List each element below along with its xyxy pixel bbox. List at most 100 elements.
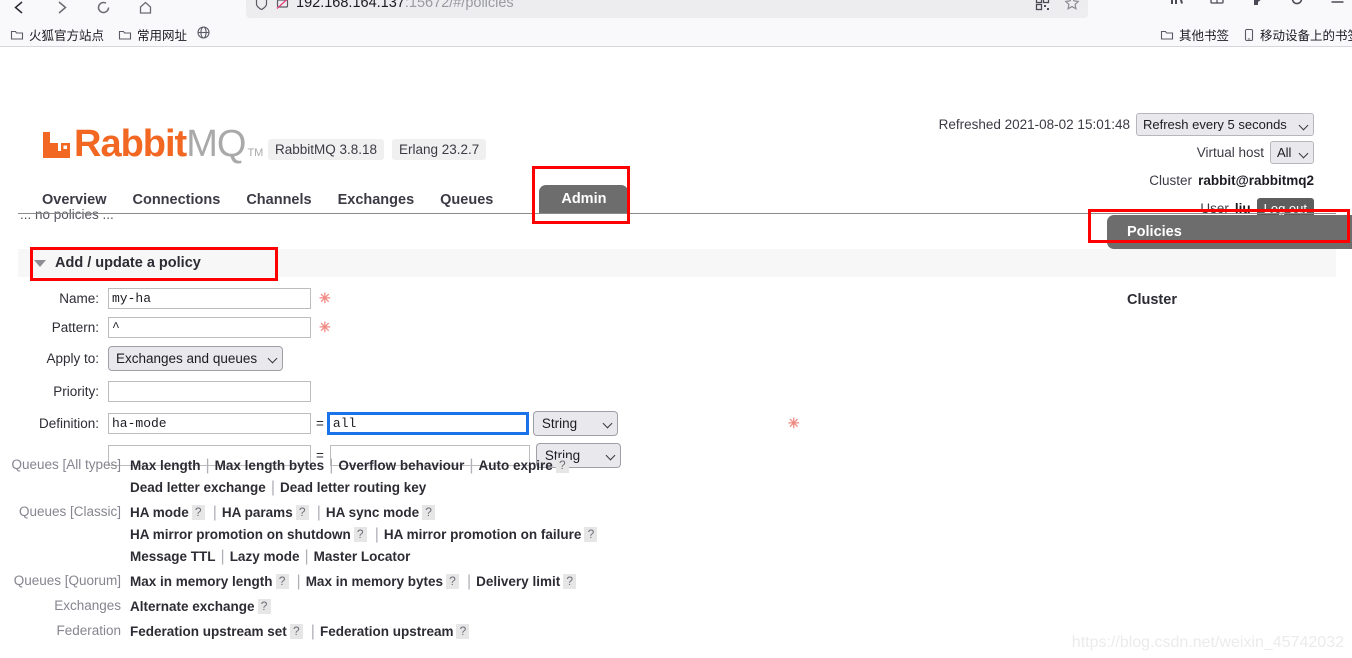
pattern-input[interactable] xyxy=(108,317,311,338)
definition-type-select-1[interactable]: String xyxy=(532,410,618,436)
help-icon[interactable]: ? xyxy=(563,574,577,589)
watermark-text: https://blog.csdn.net/weixin_45742032 xyxy=(1071,634,1344,651)
address-bar[interactable]: 192.168.164.137:15672/#/policies xyxy=(246,0,1088,18)
option-group-category: Queues [Quorum] xyxy=(13,573,121,588)
bookmark-label: 移动设备上的书签 xyxy=(1260,29,1352,43)
option-link-overflow-behaviour[interactable]: Overflow behaviour xyxy=(338,458,464,473)
app-menu-icon[interactable] xyxy=(1329,0,1346,7)
sidebar-item-policies[interactable]: Policies xyxy=(1107,215,1352,249)
tab-connections[interactable]: Connections xyxy=(133,188,247,214)
help-icon[interactable]: ? xyxy=(275,574,289,589)
bookmark-item-firefox-official[interactable]: 火狐官方站点 xyxy=(10,25,104,44)
option-separator: | xyxy=(310,623,315,640)
option-link-federation-upstream-set[interactable]: Federation upstream set xyxy=(130,624,287,639)
collapse-triangle-icon xyxy=(34,259,46,267)
help-icon[interactable]: ? xyxy=(584,527,598,542)
account-icon[interactable] xyxy=(1249,0,1265,7)
bookmark-item-globe[interactable] xyxy=(196,25,211,40)
main-nav-tabs: Overview Connections Channels Exchanges … xyxy=(42,185,629,214)
help-icon[interactable]: ? xyxy=(446,574,459,589)
vhost-row: Virtual host All xyxy=(939,140,1314,164)
option-group-items: HA mode? | HA params? | HA sync mode? HA mirr… xyxy=(130,502,600,568)
add-update-policy-section-header[interactable]: Add / update a policy xyxy=(18,249,1336,277)
option-link-message-ttl[interactable]: Message TTL xyxy=(130,549,216,564)
option-link-ha-mirror-promotion-on-failure[interactable]: HA mirror promotion on failure xyxy=(384,527,582,542)
qr-code-icon[interactable] xyxy=(1035,0,1050,11)
pattern-label: Pattern: xyxy=(51,320,99,335)
library-icon[interactable] xyxy=(1169,0,1185,7)
option-link-ha-sync-mode[interactable]: HA sync mode xyxy=(326,505,419,520)
url-text: 192.168.164.137:15672/#/policies xyxy=(296,0,514,11)
option-separator: | xyxy=(374,526,379,543)
option-separator: | xyxy=(205,457,210,474)
bookmark-label: 其他书签 xyxy=(1179,29,1230,43)
back-arrow-icon[interactable] xyxy=(8,0,30,18)
bookmark-item-other-bookmarks[interactable]: 其他书签 xyxy=(1160,25,1229,44)
vhost-select[interactable]: All xyxy=(1270,140,1314,164)
name-input[interactable] xyxy=(108,288,311,309)
shield-icon xyxy=(254,0,269,11)
rabbitmq-logo[interactable]: Rabbit MQ TM xyxy=(42,125,263,163)
help-icon[interactable]: ? xyxy=(422,505,436,520)
tab-exchanges[interactable]: Exchanges xyxy=(338,188,441,214)
option-group-row: Queues [All types] Max length | Max length … xyxy=(0,455,600,499)
home-icon[interactable] xyxy=(134,0,156,18)
reader-view-icon[interactable] xyxy=(1209,0,1225,7)
option-link-delivery-limit[interactable]: Delivery limit xyxy=(476,574,560,589)
policy-option-groups: Queues [All types] Max length | Max length … xyxy=(0,455,600,646)
help-icon[interactable]: ? xyxy=(257,599,271,614)
cluster-label: Cluster xyxy=(1149,172,1193,188)
option-line: Max in memory length? | Max in memory byte… xyxy=(130,571,579,593)
tab-queues[interactable]: Queues xyxy=(440,188,519,214)
forward-arrow-icon[interactable] xyxy=(50,0,72,18)
option-separator: | xyxy=(220,548,225,565)
option-link-auto-expire[interactable]: Auto expire xyxy=(479,458,553,473)
option-link-master-locator[interactable]: Master Locator xyxy=(314,549,411,564)
cluster-row: Cluster rabbit@rabbitmq2 xyxy=(939,169,1314,191)
help-icon[interactable]: ? xyxy=(456,624,470,639)
browser-toolbar: 192.168.164.137:15672/#/policies xyxy=(0,0,1352,20)
equals-sign-1: = xyxy=(316,415,324,431)
help-icon[interactable]: ? xyxy=(555,458,569,473)
option-group-row: Exchanges Alternate exchange? xyxy=(0,596,600,618)
browser-nav-buttons xyxy=(8,0,156,18)
form-row-apply-to: Apply to: Exchanges and queues xyxy=(0,345,800,372)
option-link-dead-letter-exchange[interactable]: Dead letter exchange xyxy=(130,480,266,495)
help-icon[interactable]: ? xyxy=(295,505,309,520)
bookmark-item-common-sites[interactable]: 常用网址 xyxy=(118,25,187,44)
option-link-max-length[interactable]: Max length xyxy=(130,458,201,473)
apply-to-select[interactable]: Exchanges and queues xyxy=(108,346,283,371)
option-link-alternate-exchange[interactable]: Alternate exchange xyxy=(130,599,255,614)
camera-blocked-icon[interactable] xyxy=(275,0,290,11)
option-link-dead-letter-routing-key[interactable]: Dead letter routing key xyxy=(280,480,426,495)
option-group-items: Max length | Max length bytes | Overflow beh… xyxy=(130,455,572,499)
option-line: Message TTL | Lazy mode | Master Locator xyxy=(130,546,600,568)
definition-value-input-1[interactable] xyxy=(326,411,529,435)
option-separator: | xyxy=(304,548,309,565)
sidebar-item-cluster[interactable]: Cluster xyxy=(1087,283,1352,317)
option-link-max-in-memory-length[interactable]: Max in memory length xyxy=(130,574,273,589)
rabbitmq-logo-mark-icon xyxy=(42,130,72,165)
tab-admin[interactable]: Admin xyxy=(539,185,629,214)
no-policies-message: ... no policies ... xyxy=(20,207,114,222)
refreshed-timestamp: Refreshed 2021-08-02 15:01:48 xyxy=(938,116,1130,132)
tab-channels[interactable]: Channels xyxy=(246,188,337,214)
bookmark-star-icon[interactable] xyxy=(1064,0,1080,11)
option-link-ha-params[interactable]: HA params xyxy=(222,505,293,520)
priority-input[interactable] xyxy=(108,381,311,402)
option-link-ha-mirror-promotion-on-shutdown[interactable]: HA mirror promotion on shutdown xyxy=(130,527,351,542)
reload-icon[interactable] xyxy=(92,0,114,18)
refresh-row: Refreshed 2021-08-02 15:01:48 Refresh ev… xyxy=(938,112,1314,136)
definition-key-input-1[interactable] xyxy=(108,412,311,434)
help-icon[interactable]: ? xyxy=(191,505,205,520)
refresh-interval-select[interactable]: Refresh every 5 seconds xyxy=(1136,112,1314,136)
option-link-max-length-bytes[interactable]: Max length bytes xyxy=(215,458,325,473)
option-link-lazy-mode[interactable]: Lazy mode xyxy=(230,549,300,564)
option-link-ha-mode[interactable]: HA mode xyxy=(130,505,189,520)
bookmark-item-mobile-bookmarks[interactable]: 移动设备上的书签 xyxy=(1243,25,1352,44)
help-icon[interactable]: ? xyxy=(289,624,303,639)
option-link-federation-upstream[interactable]: Federation upstream xyxy=(320,624,454,639)
option-link-max-in-memory-bytes[interactable]: Max in memory bytes xyxy=(306,574,443,589)
help-icon[interactable]: ? xyxy=(353,527,367,542)
sync-icon[interactable] xyxy=(1289,0,1305,7)
